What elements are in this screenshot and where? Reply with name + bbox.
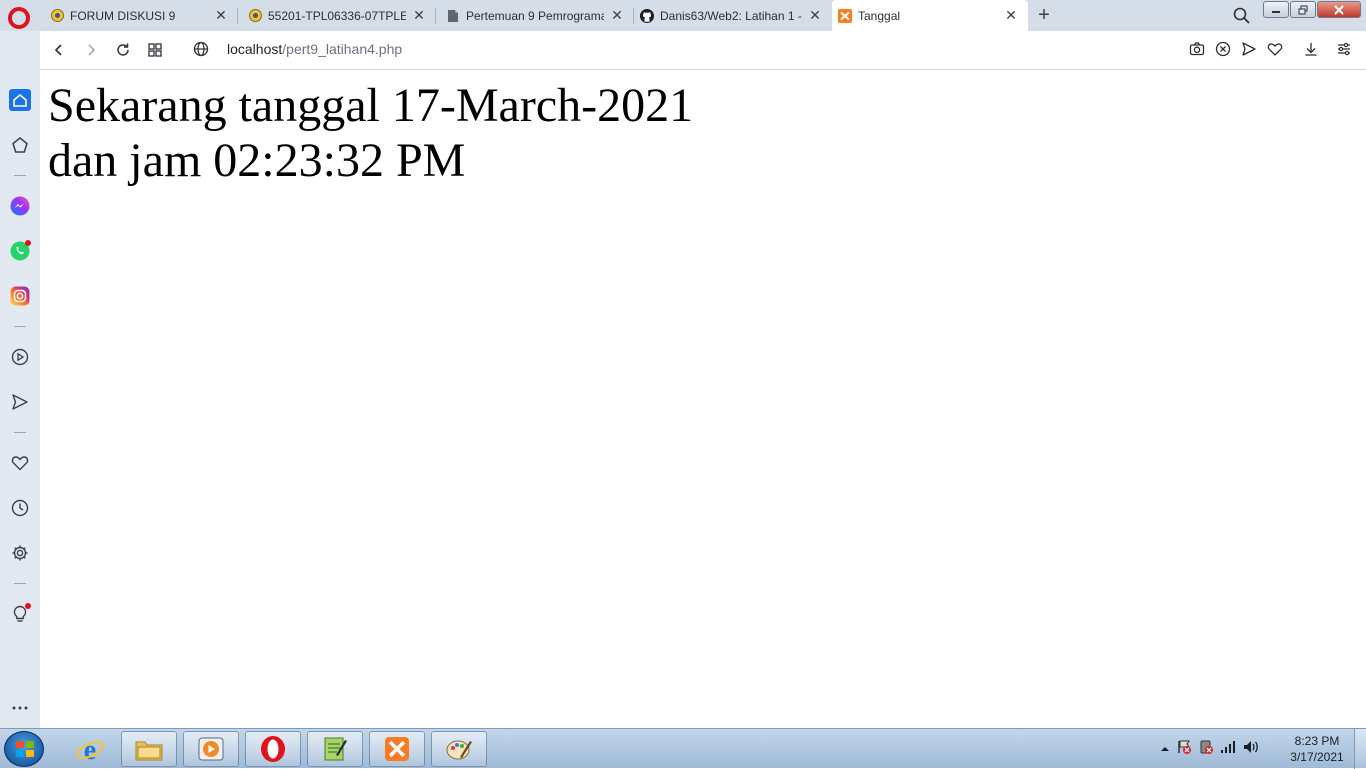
close-tab-icon[interactable]: ✕ xyxy=(214,7,228,23)
window-controls xyxy=(1263,1,1362,19)
back-button[interactable] xyxy=(49,40,69,60)
date-line: Sekarang tanggal 17-March-2021 xyxy=(48,79,694,132)
action-center-flag-icon[interactable] xyxy=(1176,739,1192,760)
speed-dial-icon[interactable] xyxy=(9,134,31,156)
windows-logo-icon xyxy=(16,741,34,757)
home-icon[interactable] xyxy=(9,89,31,111)
system-clock[interactable]: 8:23 PM 3/17/2021 xyxy=(1286,733,1348,765)
snapshot-camera-icon[interactable] xyxy=(1189,41,1207,59)
close-tab-icon[interactable]: ✕ xyxy=(1004,7,1018,23)
github-icon xyxy=(640,8,654,23)
tab-label: Pertemuan 9 Pemrograman xyxy=(466,8,604,23)
bookmark-heart-icon[interactable] xyxy=(1267,41,1285,59)
player-icon[interactable] xyxy=(9,346,31,368)
tab-label: 55201-TPL06336-07TPLE00 xyxy=(268,8,406,23)
close-tab-icon[interactable]: ✕ xyxy=(610,7,624,23)
windows-taskbar: e 8:23 PM 3/17/2021 xyxy=(0,728,1366,769)
clock-time: 8:23 PM xyxy=(1294,734,1340,748)
bookmarks-icon[interactable] xyxy=(9,452,31,474)
tab-strip: FORUM DISKUSI 9 ✕ 55201-TPL06336-07TPLE0… xyxy=(0,0,1366,31)
search-tabs-icon[interactable] xyxy=(1232,6,1252,26)
easy-setup-icon[interactable] xyxy=(1336,41,1354,59)
document-icon xyxy=(446,9,460,23)
tab-label: FORUM DISKUSI 9 xyxy=(70,8,176,23)
time-line: dan jam 02:23:32 PM xyxy=(48,134,466,187)
notification-dot xyxy=(25,603,31,609)
address-bar: localhost/pert9_latihan4.php xyxy=(40,31,1366,70)
ut-logo-icon xyxy=(50,9,64,23)
xampp-icon xyxy=(838,8,852,23)
tab-forum-diskusi[interactable]: FORUM DISKUSI 9 ✕ xyxy=(40,0,238,31)
messenger-icon[interactable] xyxy=(9,195,31,217)
notepad-plus-plus-icon[interactable] xyxy=(307,731,363,767)
show-desktop-button[interactable] xyxy=(1354,729,1366,769)
page-content: Sekarang tanggal 17-March-2021 dan jam 0… xyxy=(40,70,1366,728)
close-tab-icon[interactable]: ✕ xyxy=(808,7,822,23)
my-flow-icon[interactable] xyxy=(9,391,31,413)
close-window-button[interactable] xyxy=(1317,1,1361,18)
network-signal-icon[interactable] xyxy=(1220,740,1236,759)
tiles-icon[interactable] xyxy=(145,40,165,60)
forward-button[interactable] xyxy=(81,40,101,60)
tab-github[interactable]: Danis63/Web2: Latihan 1 - ✕ xyxy=(634,0,832,31)
tab-tanggal[interactable]: Tanggal ✕ xyxy=(832,0,1028,31)
site-info-globe-icon[interactable] xyxy=(193,41,211,59)
url-host: localhost xyxy=(227,41,283,57)
opera-menu-icon[interactable] xyxy=(8,7,30,29)
reload-button[interactable] xyxy=(113,40,133,60)
safely-remove-hardware-icon[interactable] xyxy=(1198,739,1214,760)
download-icon[interactable] xyxy=(1303,41,1321,59)
tab-pertemuan[interactable]: Pertemuan 9 Pemrograman ✕ xyxy=(436,0,634,31)
start-button[interactable] xyxy=(4,731,44,767)
opera-taskbar-icon[interactable] xyxy=(245,731,301,767)
tab-label: Danis63/Web2: Latihan 1 - xyxy=(660,8,802,23)
notification-dot xyxy=(25,240,31,246)
close-tab-icon[interactable]: ✕ xyxy=(412,7,426,23)
tab-course[interactable]: 55201-TPL06336-07TPLE00 ✕ xyxy=(238,0,436,31)
volume-icon[interactable] xyxy=(1242,739,1260,760)
ut-logo-icon xyxy=(248,9,262,23)
date-time-text: Sekarang tanggal 17-March-2021 dan jam 0… xyxy=(48,78,693,188)
sidebar xyxy=(0,31,40,728)
media-player-icon[interactable] xyxy=(183,731,239,767)
restore-button[interactable] xyxy=(1290,1,1316,18)
paint-icon[interactable] xyxy=(431,731,487,767)
system-tray xyxy=(1160,739,1260,759)
tab-label: Tanggal xyxy=(858,8,901,23)
minimize-button[interactable] xyxy=(1263,1,1289,18)
file-explorer-icon[interactable] xyxy=(121,731,177,767)
clock-date: 3/17/2021 xyxy=(1290,750,1344,764)
show-hidden-icons-icon[interactable] xyxy=(1160,740,1170,758)
more-options-icon[interactable] xyxy=(9,697,31,719)
xampp-taskbar-icon[interactable] xyxy=(369,731,425,767)
new-tab-button[interactable]: + xyxy=(1034,4,1054,26)
instagram-icon[interactable] xyxy=(9,285,31,307)
url-field[interactable]: localhost/pert9_latihan4.php xyxy=(227,41,402,57)
settings-icon[interactable] xyxy=(9,542,31,564)
url-path: /pert9_latihan4.php xyxy=(282,41,403,57)
history-icon[interactable] xyxy=(9,497,31,519)
svg-text:e: e xyxy=(84,735,96,764)
send-to-flow-icon[interactable] xyxy=(1241,41,1259,59)
ad-blocker-icon[interactable] xyxy=(1215,41,1233,59)
internet-explorer-icon[interactable]: e xyxy=(62,731,118,767)
